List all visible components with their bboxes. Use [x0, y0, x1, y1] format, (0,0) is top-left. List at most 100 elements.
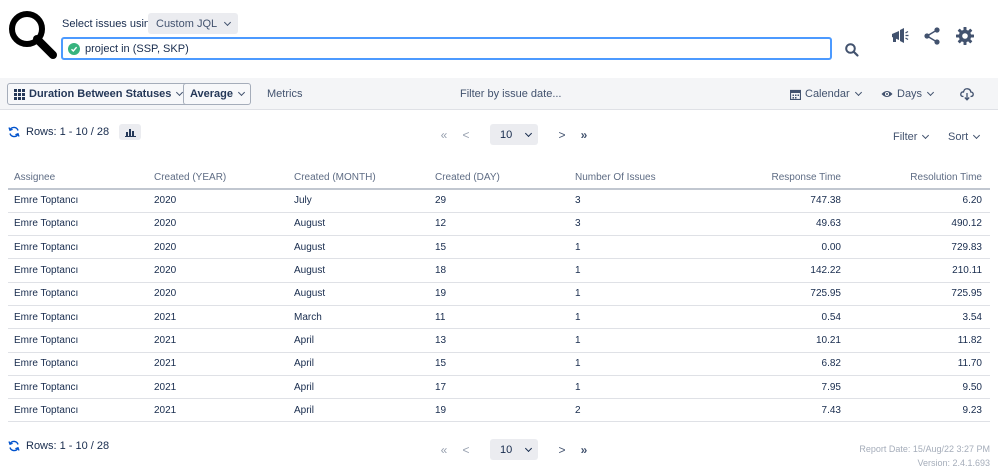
chevron-down-icon — [973, 131, 981, 140]
table-cell: Emre Toptancı — [8, 352, 148, 376]
gear-icon[interactable] — [955, 26, 975, 46]
aggregation-label: Average — [190, 88, 234, 100]
rows-label: Rows: 1 - 10 / 28 — [26, 126, 110, 138]
table-cell: 17 — [429, 375, 569, 400]
aggregation-dropdown[interactable]: Average — [183, 83, 252, 105]
table-cell: 2021 — [148, 375, 288, 400]
table-cell: 15 — [429, 352, 569, 376]
table-cell: Emre Toptancı — [8, 282, 148, 306]
table-row: Emre Toptancı 2021 April 13 1 10.21 11.82 — [8, 328, 990, 353]
column-header[interactable]: Assignee — [8, 166, 148, 190]
page-size-value: 10 — [500, 128, 513, 141]
first-page-button[interactable]: « — [433, 128, 455, 142]
jql-mode-select[interactable]: Custom JQL — [148, 13, 239, 34]
table-cell: 210.11 — [849, 258, 990, 283]
column-header[interactable]: Number Of Issues — [569, 166, 709, 190]
jql-query-text: project in (SSP, SKP) — [85, 42, 189, 55]
table-cell: 1 — [569, 235, 709, 260]
calendar-icon — [790, 89, 801, 100]
first-page-button[interactable]: « — [433, 443, 455, 457]
table-cell: 11 — [429, 305, 569, 330]
table-cell: 2020 — [148, 258, 288, 283]
table-cell: 3 — [569, 212, 709, 237]
next-page-button[interactable]: > — [551, 443, 573, 457]
table-cell: 725.95 — [849, 282, 990, 306]
table-cell: 10.21 — [709, 328, 849, 353]
rows-info-bottom: Rows: 1 - 10 / 28 — [8, 440, 109, 452]
share-icon[interactable] — [922, 26, 942, 46]
column-header[interactable]: Response Time — [709, 166, 849, 190]
report-info: Report Date: 15/Aug/22 3:27 PM Version: … — [859, 442, 990, 470]
chevron-down-icon — [524, 129, 533, 137]
table-cell: 11.70 — [849, 352, 990, 376]
column-header[interactable]: Created (DAY) — [429, 166, 569, 190]
table-cell: 29 — [429, 189, 569, 213]
table-cell: 9.23 — [849, 398, 990, 423]
last-page-button[interactable]: » — [573, 128, 595, 142]
page-size-select[interactable]: 10 — [490, 439, 538, 460]
table-cell: August — [288, 235, 429, 260]
table-cell: 747.38 — [709, 189, 849, 213]
table-cell: April — [288, 398, 429, 423]
column-header[interactable]: Created (YEAR) — [148, 166, 288, 190]
table-cell: 3 — [569, 189, 709, 213]
metrics-link[interactable]: Metrics — [267, 88, 302, 100]
table-row: Emre Toptancı 2020 July 29 3 747.38 6.20 — [8, 189, 990, 213]
table-cell: 729.83 — [849, 235, 990, 260]
table-cell: 2 — [569, 398, 709, 423]
table-cell: Emre Toptancı — [8, 189, 148, 213]
report-type-dropdown[interactable]: Duration Between Statuses — [7, 83, 190, 105]
table-cell: 2020 — [148, 212, 288, 237]
table-cell: 490.12 — [849, 212, 990, 237]
table-cell: Emre Toptancı — [8, 375, 148, 400]
table-row: Emre Toptancı 2021 April 15 1 6.82 11.70 — [8, 352, 990, 376]
refresh-icon[interactable] — [8, 126, 20, 138]
sort-dropdown[interactable]: Sort — [948, 131, 981, 143]
calendar-dropdown[interactable]: Calendar — [790, 88, 862, 100]
table-cell: 19 — [429, 282, 569, 306]
chevron-down-icon — [854, 88, 862, 97]
jql-query-input[interactable]: project in (SSP, SKP) — [61, 37, 832, 60]
filter-label: Filter — [893, 131, 918, 143]
table-row: Emre Toptancı 2020 August 12 3 49.63 490.12 — [8, 212, 990, 237]
refresh-icon[interactable] — [8, 440, 20, 452]
rows-label: Rows: 1 - 10 / 28 — [26, 440, 110, 452]
time-unit-label: Days — [897, 88, 923, 100]
table-cell: 13 — [429, 328, 569, 353]
next-page-button[interactable]: > — [551, 128, 573, 142]
table-cell: 1 — [569, 328, 709, 353]
last-page-button[interactable]: » — [573, 443, 595, 457]
chevron-down-icon — [524, 444, 533, 452]
table-cell: 142.22 — [709, 258, 849, 283]
time-unit-dropdown[interactable]: Days — [881, 88, 935, 100]
rows-info-top: Rows: 1 - 10 / 28 — [8, 124, 142, 140]
table-row: Emre Toptancı 2021 April 17 1 7.95 9.50 — [8, 375, 990, 400]
table-cell: 12 — [429, 212, 569, 237]
filter-dropdown[interactable]: Filter — [893, 131, 930, 143]
select-issues-label: Select issues using — [62, 18, 157, 30]
search-icon[interactable] — [844, 42, 860, 58]
date-filter-link[interactable]: Filter by issue date... — [460, 88, 562, 100]
column-header[interactable]: Created (MONTH) — [288, 166, 429, 190]
chart-toggle-button[interactable] — [119, 124, 142, 140]
prev-page-button[interactable]: < — [455, 128, 477, 142]
table-cell: March — [288, 305, 429, 330]
table-cell: August — [288, 212, 429, 237]
table-cell: 0.00 — [709, 235, 849, 260]
prev-page-button[interactable]: < — [455, 443, 477, 457]
table-cell: 2020 — [148, 282, 288, 306]
megaphone-icon[interactable] — [889, 26, 909, 46]
table-cell: 2021 — [148, 398, 288, 423]
report-toolbar: Duration Between Statuses Average Metric… — [0, 78, 998, 110]
pager-bottom: « < 10 > » — [433, 439, 595, 460]
page-size-select[interactable]: 10 — [490, 124, 538, 145]
table-cell: 3.54 — [849, 305, 990, 330]
table-cell: 1 — [569, 305, 709, 330]
column-header[interactable]: Resolution Time — [849, 166, 990, 190]
cloud-download-icon[interactable] — [960, 87, 974, 101]
table-cell: 725.95 — [709, 282, 849, 306]
table-cell: 7.43 — [709, 398, 849, 423]
table-cell: 15 — [429, 235, 569, 260]
table-row: Emre Toptancı 2021 April 19 2 7.43 9.23 — [8, 398, 990, 423]
table-cell: 11.82 — [849, 328, 990, 353]
